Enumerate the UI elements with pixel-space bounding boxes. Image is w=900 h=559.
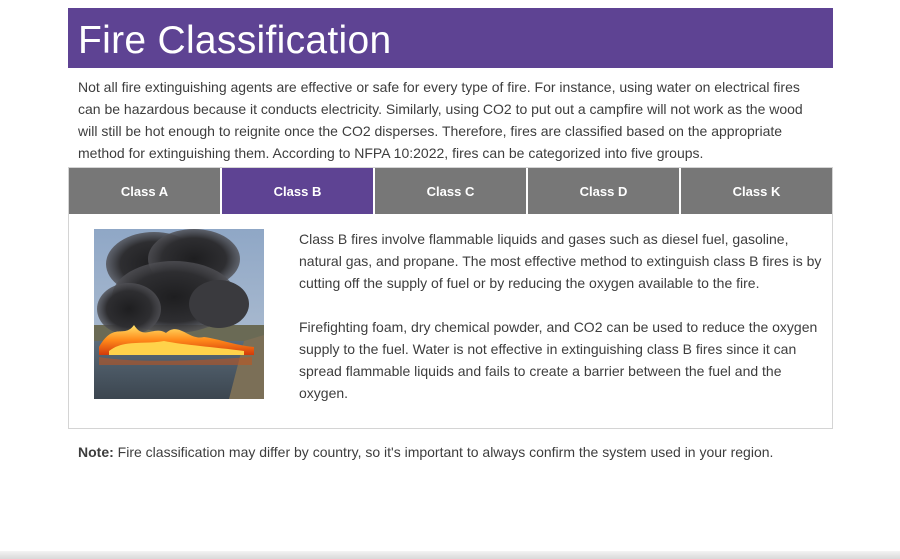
panel-description: Class B fires involve flammable liquids … xyxy=(299,228,827,404)
class-tabs: Class A Class B Class C Class D Class K xyxy=(68,167,833,214)
note-text: Fire classification may differ by countr… xyxy=(113,444,774,460)
note-paragraph: Note: Fire classification may differ by … xyxy=(68,429,833,463)
note-label: Note: xyxy=(78,444,114,460)
title-bar: Fire Classification xyxy=(68,8,833,68)
page-title: Fire Classification xyxy=(78,19,392,62)
fire-classification-section: Fire Classification Not all fire extingu… xyxy=(68,8,833,463)
tab-class-k[interactable]: Class K xyxy=(681,168,832,214)
tab-class-d[interactable]: Class D xyxy=(528,168,681,214)
burning-liquid-fire-image xyxy=(94,229,264,399)
class-b-description: Class B fires involve flammable liquids … xyxy=(299,231,822,291)
tab-panel-class-b: Class B fires involve flammable liquids … xyxy=(68,214,833,429)
footer-divider xyxy=(0,551,900,559)
tab-class-a[interactable]: Class A xyxy=(69,168,222,214)
class-b-extinguishing-methods: Firefighting foam, dry chemical powder, … xyxy=(299,319,818,401)
intro-paragraph: Not all fire extinguishing agents are ef… xyxy=(78,79,803,161)
tab-class-b[interactable]: Class B xyxy=(222,168,375,214)
tab-class-c[interactable]: Class C xyxy=(375,168,528,214)
